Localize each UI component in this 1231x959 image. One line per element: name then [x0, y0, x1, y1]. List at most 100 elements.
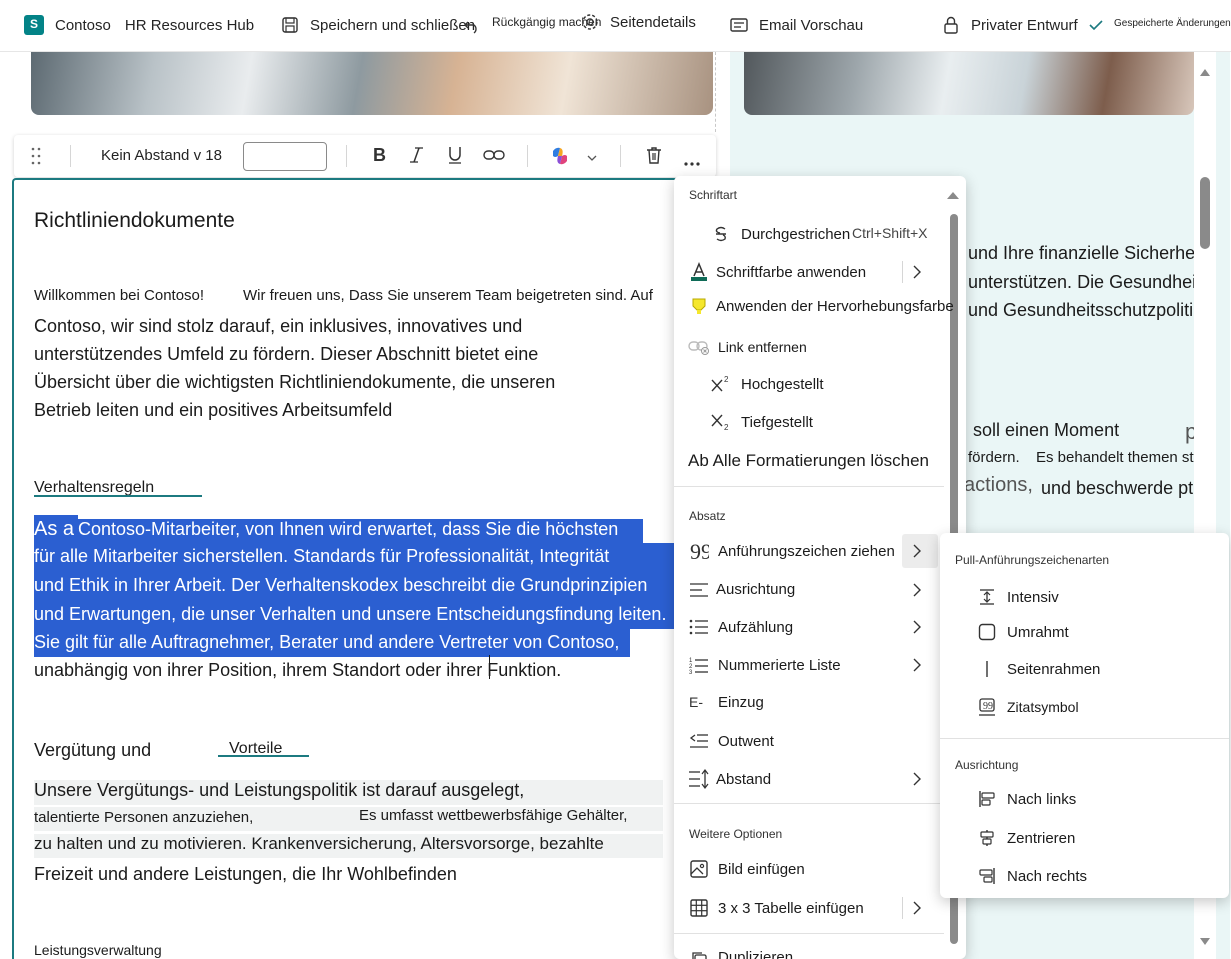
comp-line[interactable]: Freizeit und andere Leistungen, die Ihr …: [34, 864, 457, 885]
saved-status: Gespeicherte Änderungen: [1088, 0, 1231, 50]
menu-divider: [674, 803, 944, 804]
font-size-input[interactable]: [243, 142, 327, 171]
menu-scroll-up-icon[interactable]: [946, 187, 960, 205]
submenu-item-side-frame[interactable]: Seitenrahmen: [976, 654, 1100, 684]
menu-item-highlight[interactable]: Anwenden der Hervorhebungsfarbe: [674, 289, 954, 323]
chevron-right-icon[interactable]: [912, 264, 922, 284]
menu-item-pull-quote[interactable]: 99 Anführungszeichen ziehen: [674, 534, 944, 568]
duplicate-icon: [688, 949, 710, 959]
heading-underline: [34, 495, 202, 497]
menu-item-font-color[interactable]: Schriftfarbe anwenden: [674, 255, 944, 289]
italic-icon[interactable]: [409, 145, 425, 170]
intro-line[interactable]: Contoso, wir sind stolz darauf, ein inkl…: [34, 316, 522, 337]
svg-text:3: 3: [689, 670, 693, 674]
more-options-icon[interactable]: [683, 154, 701, 172]
scroll-down-icon[interactable]: [1199, 934, 1211, 952]
menu-item-numbered-list[interactable]: 123 Nummerierte Liste: [674, 648, 944, 682]
quote-icon: 99: [688, 541, 710, 561]
menu-item-remove-link[interactable]: Link entfernen: [674, 330, 944, 364]
delete-icon[interactable]: [644, 145, 664, 170]
selected-line[interactable]: für alle Mitarbeiter sicherstellen. Stan…: [34, 543, 686, 572]
link-icon[interactable]: [483, 147, 505, 168]
hub-name: HR Resources Hub: [124, 16, 255, 34]
menu-item-superscript[interactable]: 2 Hochgestellt: [674, 367, 944, 401]
menu-item-label: Abstand: [716, 770, 772, 788]
frame-icon: [976, 621, 998, 643]
scroll-up-icon[interactable]: [1199, 64, 1211, 82]
menu-item-label: Link entfernen: [718, 339, 807, 355]
welcome-prefix[interactable]: Willkommen bei Contoso!: [34, 287, 204, 304]
menu-item-outdent[interactable]: Outwent: [674, 724, 944, 758]
chevron-right-icon[interactable]: [912, 771, 922, 791]
submenu-item-framed[interactable]: Umrahmt: [976, 617, 1069, 647]
menu-item-label: Tiefgestellt: [741, 413, 813, 431]
save-icon: [280, 15, 300, 35]
chevron-right-icon[interactable]: [912, 900, 922, 920]
comp-line[interactable]: zu halten und zu motivieren. Krankenvers…: [34, 834, 663, 858]
menu-item-clear-formatting[interactable]: Ab Alle Formatierungen löschen: [674, 444, 944, 478]
menu-item-label: Ausrichtung: [716, 581, 796, 598]
menu-item-spacing[interactable]: Abstand: [674, 762, 944, 796]
menu-divider: [674, 933, 944, 934]
page-details-button[interactable]: Seitendetails: [580, 0, 696, 47]
scroll-thumb[interactable]: [1200, 177, 1210, 249]
comp-line[interactable]: Unsere Vergütungs- und Leistungspolitik …: [34, 780, 663, 805]
submenu-item-center[interactable]: Zentrieren: [976, 823, 1075, 853]
submenu-item-quote-icon[interactable]: 99 Zitatsymbol: [976, 692, 1079, 722]
menu-item-insert-image[interactable]: Bild einfügen: [674, 852, 944, 886]
selected-line[interactable]: Sie gilt für alle Auftragnehmer, Berater…: [34, 629, 630, 657]
site-link[interactable]: Contoso HR Resources Hub: [24, 0, 254, 50]
right-text-line: und Gesundheitsschutzpolitik: [968, 300, 1203, 320]
menu-item-strikethrough[interactable]: Durchgestrichen Ctrl+Shift+X: [674, 217, 944, 251]
menu-item-alignment[interactable]: Ausrichtung: [674, 573, 944, 607]
checkmark-icon: [1088, 17, 1104, 33]
strikethrough-icon: [710, 224, 732, 244]
paragraph-style-select[interactable]: Kein Abstand v 18: [101, 147, 222, 164]
chevron-right-icon[interactable]: [912, 582, 922, 602]
split-separator: [902, 261, 903, 283]
menu-item-label: Anführungszeichen ziehen: [718, 542, 895, 560]
submenu-item-align-right[interactable]: Nach rechts: [976, 861, 1087, 891]
toolbar-separator: [346, 145, 347, 167]
chevron-down-icon[interactable]: [586, 150, 598, 168]
selected-text[interactable]: As a: [34, 515, 79, 543]
submenu-item-label: Zitatsymbol: [1007, 699, 1079, 715]
copilot-icon[interactable]: [549, 145, 571, 172]
menu-item-duplicate[interactable]: Duplizieren: [674, 945, 944, 959]
comp-line[interactable]: Es umfasst wettbewerbsfähige Gehälter,: [359, 807, 627, 824]
comp-heading[interactable]: Vergütung und: [34, 740, 151, 761]
intro-line[interactable]: Übersicht über die wichtigsten Richtlini…: [34, 372, 555, 393]
right-text-line: und Ihre finanzielle Sicherheit: [968, 243, 1205, 263]
selected-line[interactable]: und Erwartungen, die unser Verhalten und…: [34, 601, 686, 629]
drag-handle-icon[interactable]: [30, 146, 42, 171]
email-preview-button[interactable]: Email Vorschau: [729, 0, 863, 50]
intro-line[interactable]: unterstützendes Umfeld zu fördern. Diese…: [34, 344, 538, 365]
submenu-item-label: Nach rechts: [1007, 867, 1088, 885]
chevron-right-icon[interactable]: [912, 619, 922, 639]
performance-heading[interactable]: Leistungsverwaltung: [34, 942, 162, 958]
page-title[interactable]: Richtliniendokumente: [34, 209, 235, 233]
submenu-item-intense[interactable]: Intensiv: [976, 582, 1059, 612]
chevron-right-icon[interactable]: [912, 657, 922, 677]
selected-line[interactable]: Contoso-Mitarbeiter, von Ihnen wird erwa…: [78, 519, 643, 543]
hero-image-left[interactable]: [31, 52, 713, 115]
chevron-right-icon[interactable]: [912, 543, 922, 563]
gear-icon: [580, 12, 600, 32]
menu-item-subscript[interactable]: 2 Tiefgestellt: [674, 405, 944, 439]
save-close-button[interactable]: Speichern und schließen: [280, 0, 475, 50]
hero-image-right[interactable]: [744, 52, 1194, 115]
selected-line[interactable]: und Ethik in Ihrer Arbeit. Der Verhalten…: [34, 572, 686, 601]
draft-status[interactable]: Privater Entwurf: [942, 0, 1078, 50]
intro-line[interactable]: Betrieb leiten und ein positives Arbeits…: [34, 400, 392, 421]
welcome-text[interactable]: Wir freuen uns, Dass Sie unserem Team be…: [243, 287, 653, 304]
bold-icon[interactable]: B: [371, 145, 387, 170]
menu-item-indent[interactable]: E- Einzug: [674, 685, 944, 719]
menu-item-insert-table[interactable]: 3 x 3 Tabelle einfügen: [674, 891, 944, 925]
underline-icon[interactable]: [447, 145, 463, 170]
conduct-line[interactable]: unabhängig von ihrer Position, ihrem Sta…: [34, 660, 561, 681]
submenu-item-label: Umrahmt: [1007, 623, 1069, 641]
svg-text:99: 99: [983, 701, 993, 712]
submenu-item-align-left[interactable]: Nach links: [976, 784, 1076, 814]
menu-item-bullets[interactable]: Aufzählung: [674, 610, 944, 644]
toolbar-separator: [527, 145, 528, 167]
